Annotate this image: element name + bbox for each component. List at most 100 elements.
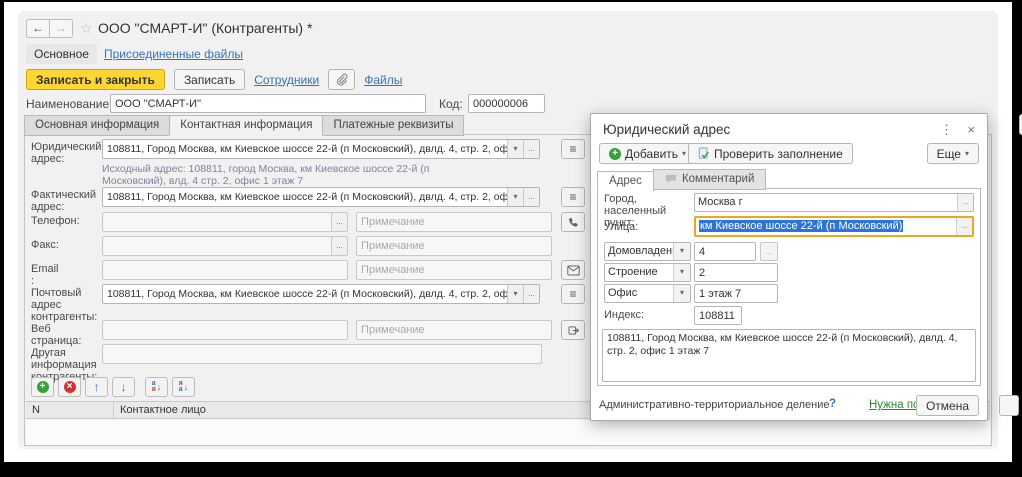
favorite-star-icon[interactable]: ☆ [80,20,93,37]
building-type-select[interactable]: Строение ▾ [604,263,691,282]
phone-icon [567,216,579,228]
postal-address-ellipsis-icon[interactable]: ... [523,285,539,303]
postal-address-note-button[interactable]: ≡ [561,284,585,304]
postcode-label: Индекс: [604,309,690,321]
phone-note-input[interactable] [356,212,552,232]
forward-button[interactable]: → [49,19,73,38]
section-link-attached-files[interactable]: Присоединенные файлы [104,47,243,61]
phone-label: Телефон: [31,215,99,227]
email-note-input[interactable] [356,260,552,280]
postal-address-combo[interactable]: 108811, Город Москва, км Киевское шоссе … [102,284,540,304]
save-close-button[interactable]: Записать и закрыть [26,69,165,90]
house-type-dropdown-icon[interactable]: ▾ [673,243,690,260]
dialog-menu-icon[interactable]: ⋮ [940,122,953,138]
web-input[interactable] [102,320,348,340]
legal-address-note-button[interactable]: ≡ [561,139,585,159]
city-value: Москва г [695,194,957,211]
web-action-button[interactable] [561,320,585,340]
dialog-close-icon[interactable]: × [967,122,975,137]
house-ellipsis-button[interactable]: ... [760,242,778,261]
dialog-tab-address[interactable]: Адрес [597,171,654,192]
contact-sort-desc-button[interactable]: яа↓ [172,377,195,397]
city-input[interactable]: Москва г ... [694,193,974,212]
back-button[interactable]: ← [26,19,50,38]
column-number[interactable]: N [26,402,114,418]
legal-address-value: 108811, Город Москва, км Киевское шоссе … [103,140,507,158]
contact-move-up-button[interactable]: ↑ [85,377,108,397]
dialog-check-button[interactable]: Проверить заполнение [688,143,853,164]
building-type-dropdown-icon[interactable]: ▾ [673,264,690,281]
office-type-dropdown-icon[interactable]: ▾ [673,285,690,302]
full-address-textarea[interactable]: 108811, Город Москва, км Киевское шоссе … [602,329,976,382]
legal-address-dialog: Юридический адрес ⋮ × + Добавить ▾ Прове… [590,113,988,421]
dialog-tab-comment[interactable]: Комментарий [653,169,766,190]
name-input[interactable] [110,94,426,113]
dialog-cancel-button[interactable]: Отмена [916,395,979,416]
email-input[interactable] [102,260,348,280]
contact-move-down-button[interactable]: ↓ [112,377,135,397]
actual-address-ellipsis-icon[interactable]: ... [523,188,539,206]
arrow-down-icon: ↓ [157,382,162,392]
city-ellipsis-icon[interactable]: ... [957,194,973,211]
dialog-address-panel: Город, населенный пункт: Москва г ... Ул… [597,188,981,386]
legal-address-combo[interactable]: 108811, Город Москва, км Киевское шоссе … [102,139,540,159]
web-note-input[interactable] [356,320,552,340]
house-type-value: Домовладение [605,243,673,260]
sort-desc-icon: яа [179,381,183,393]
save-button[interactable]: Записать [174,69,245,90]
contact-sort-asc-button[interactable]: ая↓ [145,377,168,397]
fax-input[interactable]: ... [102,236,348,256]
forward-icon: → [55,21,67,35]
postal-address-dropdown-icon[interactable]: ▾ [507,285,523,303]
legal-address-dropdown-icon[interactable]: ▾ [507,140,523,158]
office-type-select[interactable]: Офис ▾ [604,284,691,303]
add-icon: + [609,148,621,160]
other-info-input[interactable] [102,344,542,364]
email-action-button[interactable] [561,260,585,280]
house-number-input[interactable] [694,242,756,261]
actual-address-value: 108811, Город Москва, км Киевское шоссе … [103,188,507,206]
employees-link[interactable]: Сотрудники [254,73,319,87]
lines-icon: ≡ [569,287,576,301]
actual-address-note-button[interactable]: ≡ [561,187,585,207]
street-selected-text: км Киевское шоссе 22-й (п Московский) [699,220,903,232]
more-label: Еще [937,147,961,161]
office-number-input[interactable] [694,284,778,303]
attach-button[interactable] [328,69,355,90]
dialog-add-button[interactable]: + Добавить ▾ [599,143,696,164]
files-link[interactable]: Файлы [364,73,402,87]
nav-buttons: ←→ [26,19,73,38]
legal-address-ellipsis-icon[interactable]: ... [523,140,539,158]
contact-delete-button[interactable]: × [58,377,81,397]
section-tab-main[interactable]: Основное [26,44,97,64]
fax-label: Факс: [31,239,99,251]
house-type-select[interactable]: Домовладение ▾ [604,242,691,261]
delete-icon: × [64,381,76,393]
sort-asc-icon: ая [152,381,156,393]
legal-address-source-hint: Исходный адрес: 108811, город Москва, км… [102,163,454,187]
tab-contact-info[interactable]: Контактная информация [169,115,323,136]
street-ellipsis-icon[interactable]: ... [956,218,972,235]
contacts-table-body[interactable] [26,420,990,445]
code-input[interactable] [468,94,545,113]
actual-address-combo[interactable]: 108811, Город Москва, км Киевское шоссе … [102,187,540,207]
contact-add-button[interactable]: + [31,377,54,397]
fax-note-input[interactable] [356,236,552,256]
building-number-input[interactable] [694,263,778,282]
tab-address-label: Адрес [609,175,642,187]
help-question-icon[interactable]: ? [829,398,836,410]
tab-payment[interactable]: Платежные реквизиты [322,115,464,136]
dialog-title: Юридический адрес [603,122,730,137]
dialog-more-button[interactable]: Еще ▾ [927,143,979,164]
fax-ellipsis-icon[interactable]: ... [331,237,347,255]
admin-division-link[interactable]: Административно-территориальное деление [599,399,829,411]
actual-address-dropdown-icon[interactable]: ▾ [507,188,523,206]
dialog-tabs: Адрес Комментарий [597,169,765,192]
postcode-input[interactable] [694,306,742,325]
phone-ellipsis-icon[interactable]: ... [331,213,347,231]
building-type-value: Строение [605,264,673,281]
street-input[interactable]: км Киевское шоссе 22-й (п Московский) ..… [694,216,974,237]
phone-input[interactable]: ... [102,212,348,232]
phone-action-button[interactable] [561,212,585,232]
tab-main-info[interactable]: Основная информация [24,115,170,136]
